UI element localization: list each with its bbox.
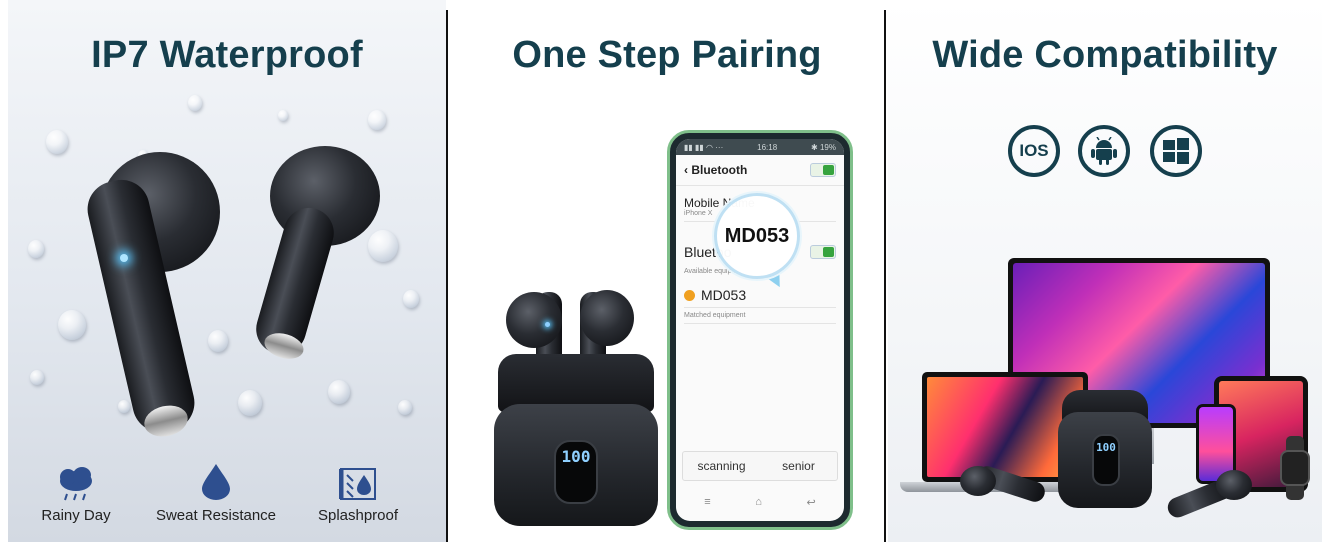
battery-display-value: 100 bbox=[1096, 441, 1116, 454]
panel-divider bbox=[884, 10, 886, 542]
senior-button[interactable]: senior bbox=[760, 452, 837, 480]
feature-rainy-day: Rainy Day bbox=[38, 467, 114, 524]
smartphone: ▮▮ ▮▮ ◠ ··· 16:18 ✱ 19% ‹ Bluetooth Mobi… bbox=[667, 130, 853, 530]
scanning-button[interactable]: scanning bbox=[683, 452, 760, 480]
feature-label: Rainy Day bbox=[41, 507, 111, 524]
waterproof-title: IP7 Waterproof bbox=[91, 34, 363, 76]
menu-icon[interactable]: ≡ bbox=[704, 496, 710, 508]
matched-label: Matched equipment bbox=[684, 312, 746, 319]
windows-icon bbox=[1150, 125, 1202, 177]
battery-display: 100 bbox=[554, 440, 598, 504]
divider bbox=[684, 323, 836, 324]
water-droplet bbox=[208, 330, 228, 352]
earbud-stem-right bbox=[250, 202, 340, 360]
led-indicator bbox=[120, 254, 128, 262]
back-icon[interactable]: ↩ bbox=[806, 496, 815, 509]
water-droplet bbox=[188, 95, 202, 111]
device-list-item[interactable]: MD053 bbox=[676, 279, 844, 307]
ios-icon: IOS bbox=[1008, 125, 1060, 177]
pairing-panel: One Step Pairing 100 ▮▮ ▮▮ ◠ ··· 16:18 ✱… bbox=[450, 0, 884, 542]
splash-icon bbox=[338, 467, 377, 501]
panel-divider bbox=[446, 10, 448, 542]
water-droplet bbox=[46, 130, 68, 154]
case-earbud-head-right bbox=[580, 290, 634, 346]
magnifier-text: MD053 bbox=[724, 224, 790, 247]
water-droplet bbox=[58, 310, 86, 340]
android-icon bbox=[1078, 125, 1130, 177]
battery-status: ✱ 19% bbox=[811, 142, 836, 152]
bluetooth-switch[interactable] bbox=[810, 245, 836, 259]
waterproof-panel: IP7 Waterproof Rainy Day Sweat Resistanc… bbox=[8, 0, 446, 542]
signal-icon: ▮▮ ▮▮ ◠ ··· bbox=[684, 142, 724, 152]
water-droplet bbox=[398, 400, 412, 415]
compatibility-title: Wide Compatibility bbox=[932, 34, 1278, 76]
led-indicator bbox=[545, 322, 550, 327]
water-droplet bbox=[368, 230, 398, 262]
battery-display: 100 bbox=[1092, 434, 1120, 486]
feature-splashproof: Splashproof bbox=[310, 467, 406, 524]
bluetooth-header: ‹ Bluetooth bbox=[676, 155, 844, 186]
phone-nav-bar: ≡ ⌂ ↩ bbox=[682, 491, 838, 513]
feature-sweat-resistance: Sweat Resistance bbox=[148, 463, 284, 524]
pairing-title: One Step Pairing bbox=[512, 34, 822, 76]
case-earbud-head-left bbox=[506, 292, 562, 348]
water-droplet bbox=[118, 400, 130, 413]
battery-percent: 19% bbox=[819, 142, 836, 152]
device-name: MD053 bbox=[701, 287, 747, 303]
feature-label: Sweat Resistance bbox=[155, 507, 277, 524]
water-droplet bbox=[403, 290, 419, 308]
water-droplet bbox=[238, 390, 262, 416]
ios-icon-label: IOS bbox=[1019, 141, 1049, 160]
phone-action-bar: scanning senior bbox=[682, 451, 838, 481]
home-icon[interactable]: ⌂ bbox=[755, 496, 762, 508]
bluetooth-title: Bluetooth bbox=[691, 163, 748, 177]
smartwatch bbox=[1280, 450, 1310, 486]
feature-label: Splashproof bbox=[317, 507, 399, 524]
earbud-head-right bbox=[1216, 470, 1252, 500]
water-droplet bbox=[328, 380, 350, 404]
compatibility-panel: Wide Compatibility IOS 100 bbox=[888, 0, 1322, 542]
phone-status-bar: ▮▮ ▮▮ ◠ ··· 16:18 ✱ 19% bbox=[676, 139, 844, 155]
back-button[interactable]: ‹ Bluetooth bbox=[684, 163, 747, 177]
battery-display-value: 100 bbox=[561, 447, 591, 466]
bluetooth-toggle[interactable] bbox=[810, 163, 836, 177]
water-droplet bbox=[278, 110, 288, 121]
earbud-head-left bbox=[960, 466, 996, 496]
water-droplet bbox=[30, 370, 44, 385]
headphone-icon bbox=[684, 289, 695, 301]
status-time: 16:18 bbox=[757, 142, 778, 152]
rain-cloud-icon bbox=[56, 467, 96, 501]
water-droplet bbox=[368, 110, 386, 130]
magnifier-callout: MD053 bbox=[714, 193, 800, 279]
water-droplet bbox=[28, 240, 44, 258]
water-drop-icon bbox=[199, 463, 233, 501]
